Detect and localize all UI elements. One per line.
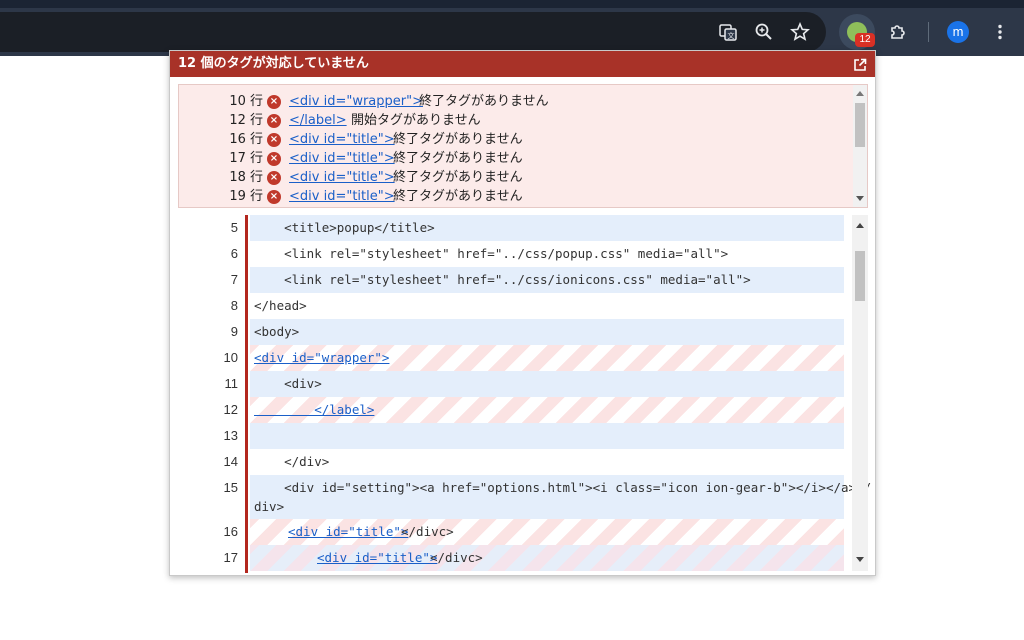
code-text: <div id="setting"><a href="options.html"…: [254, 480, 872, 495]
code-line: 5 <title>popup</title>: [170, 215, 844, 241]
line-number: 12: [223, 402, 238, 417]
error-line-number: 16 行: [229, 132, 263, 147]
code-text: <body>: [254, 324, 300, 339]
profile-avatar[interactable]: m: [947, 21, 969, 43]
code-text: </divc>: [430, 550, 483, 565]
source-code-view: 5 <title>popup</title> 6 <link rel="styl…: [170, 215, 875, 573]
toolbar-divider: [928, 22, 929, 42]
translate-icon[interactable]: 文: [714, 18, 742, 46]
code-text: <title>popup</title>: [254, 220, 435, 235]
address-bar[interactable]: [0, 12, 826, 52]
line-number: 9: [230, 324, 238, 339]
code-line-error: 17 <div id="title"> </divc>: [170, 545, 844, 571]
line-number: 16: [223, 524, 238, 539]
code-text: <link rel="stylesheet" href="../css/ioni…: [254, 272, 751, 287]
popup-title: 12 個のタグが対応していません: [178, 56, 369, 71]
scrollbar-thumb[interactable]: [855, 103, 865, 147]
error-message: 終了タグがありません: [393, 189, 523, 204]
line-number: 5: [230, 220, 238, 235]
code-line: 6 <link rel="stylesheet" href="../css/po…: [170, 241, 844, 267]
error-line-number: 17 行: [229, 151, 263, 166]
error-line-number: 12 行: [229, 113, 263, 128]
scroll-up-arrow-icon[interactable]: [856, 91, 864, 96]
code-line-error: 10 <div id="wrapper">: [170, 345, 844, 371]
line-number: 15: [223, 480, 238, 495]
code-gutter-bar: [245, 215, 248, 573]
error-x-icon: ×: [267, 95, 281, 109]
error-line-number: 10 行: [229, 94, 263, 109]
open-in-new-icon[interactable]: [853, 56, 867, 71]
line-number: 7: [230, 272, 238, 287]
zoom-icon[interactable]: [750, 18, 778, 46]
error-x-icon: ×: [267, 114, 281, 128]
line-number: 13: [223, 428, 238, 443]
code-text: <div>: [254, 376, 322, 391]
error-x-icon: ×: [267, 190, 281, 204]
error-tag-link[interactable]: <div id="title">: [289, 149, 395, 168]
error-message: 終了タグがありません: [393, 151, 523, 166]
line-number: 8: [230, 298, 238, 313]
code-error-tag[interactable]: <div id="title">: [288, 519, 408, 545]
puzzle-icon[interactable]: [884, 18, 912, 46]
code-text: </divc>: [401, 524, 454, 539]
error-line-number: 19 行: [229, 189, 263, 204]
code-text-wrap: div>: [254, 499, 285, 514]
code-line: 15 <div id="setting"><a href="options.ht…: [170, 475, 871, 519]
line-number: 14: [223, 454, 238, 469]
extension-badge: 12: [855, 33, 875, 47]
error-x-icon: ×: [267, 152, 281, 166]
line-number: 11: [224, 376, 239, 391]
error-tag-link[interactable]: <div id="title">: [289, 187, 395, 206]
error-message: 終了タグがありません: [419, 94, 549, 109]
error-message: 終了タグがありません: [393, 132, 523, 147]
scroll-down-arrow-icon[interactable]: [856, 557, 864, 562]
code-scrollbar[interactable]: [852, 215, 868, 571]
code-line-error: 16 <div id="title"> </divc>: [170, 519, 844, 545]
code-line: 7 <link rel="stylesheet" href="../css/io…: [170, 267, 844, 293]
code-text: </div>: [254, 454, 330, 469]
code-error-tag[interactable]: <div id="wrapper">: [254, 345, 389, 371]
error-tag-link[interactable]: <div id="wrapper">: [289, 92, 423, 111]
code-line-error: 12 </label>: [170, 397, 844, 423]
error-message: 開始タグがありません: [351, 113, 481, 128]
error-line-number: 18 行: [229, 170, 263, 185]
code-line: 14 </div>: [170, 449, 844, 475]
code-line: 9 <body>: [170, 319, 844, 345]
error-message: 終了タグがありません: [393, 170, 523, 185]
window-top-strip: [0, 0, 1024, 8]
error-list: 10 行 × <div id="wrapper"> 終了タグがありません 12 …: [178, 84, 868, 208]
error-x-icon: ×: [267, 133, 281, 147]
error-tag-link[interactable]: <div id="title">: [289, 168, 395, 187]
code-line: 11 <div>: [170, 371, 844, 397]
line-number: 17: [223, 550, 238, 565]
code-text: <link rel="stylesheet" href="../css/popu…: [254, 246, 729, 261]
scroll-up-arrow-icon[interactable]: [856, 223, 864, 228]
error-tag-link[interactable]: </label>: [289, 111, 347, 130]
scroll-down-arrow-icon[interactable]: [856, 196, 864, 201]
svg-text:文: 文: [728, 31, 735, 40]
extension-popup: 12 個のタグが対応していません 10 行 × <div id="wrapper…: [169, 50, 876, 576]
code-error-tag[interactable]: <div id="title">: [317, 545, 437, 571]
code-text: </head>: [254, 298, 307, 313]
bookmark-star-icon[interactable]: [786, 18, 814, 46]
code-error-tag[interactable]: </label>: [254, 397, 374, 423]
error-list-scrollbar[interactable]: [853, 85, 867, 207]
line-number: 10: [223, 350, 238, 365]
popup-header: 12 個のタグが対応していません: [170, 51, 875, 77]
more-vert-icon[interactable]: [986, 18, 1014, 46]
scrollbar-thumb[interactable]: [855, 251, 865, 301]
code-line: 8 </head>: [170, 293, 844, 319]
line-number: 6: [230, 246, 238, 261]
error-tag-link[interactable]: <div id="title">: [289, 130, 395, 149]
code-line: 13: [170, 423, 844, 449]
error-x-icon: ×: [267, 171, 281, 185]
